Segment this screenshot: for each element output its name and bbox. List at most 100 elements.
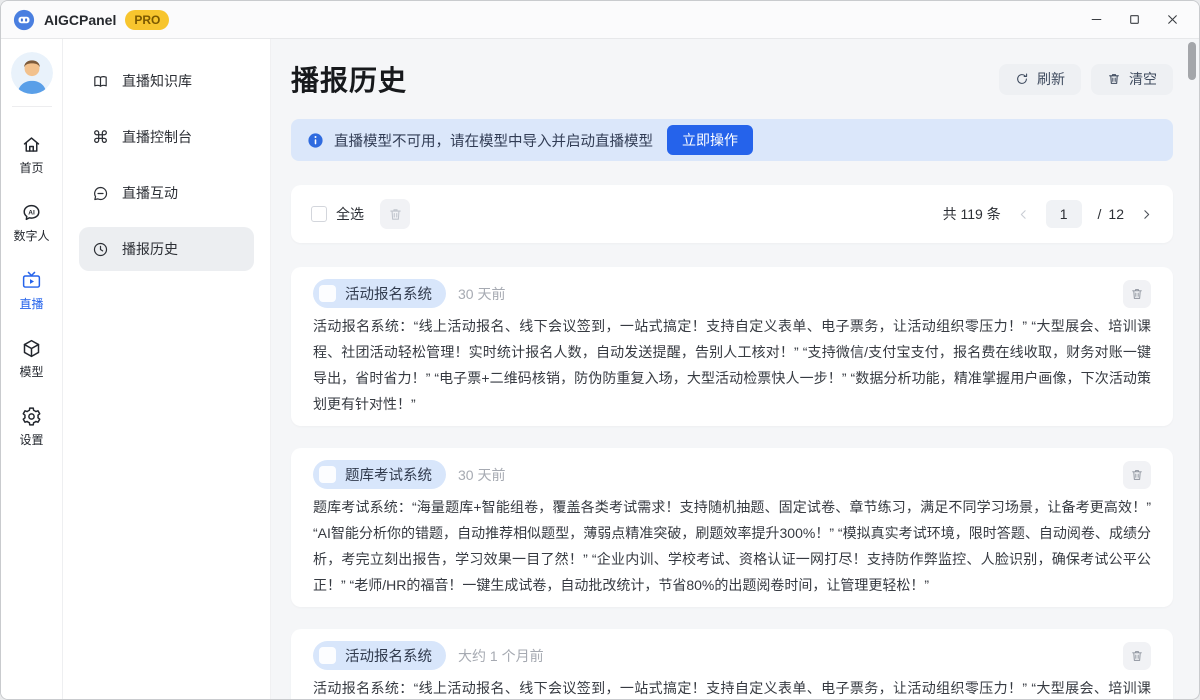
card-checkbox[interactable] — [319, 647, 336, 664]
banner-action-button[interactable]: 立即操作 — [667, 125, 753, 155]
close-icon — [1166, 13, 1179, 26]
maximize-icon — [1128, 13, 1141, 26]
trash-icon — [1107, 72, 1121, 86]
close-button[interactable] — [1157, 7, 1187, 33]
sidebar-item-console[interactable]: ⌘ 直播控制台 — [79, 115, 254, 159]
model-unavailable-banner: 直播模型不可用，请在模型中导入并启动直播模型 立即操作 — [291, 119, 1173, 161]
sidebar-item-label: 直播互动 — [122, 183, 178, 203]
live-tv-icon — [21, 270, 42, 291]
rail-item-home[interactable]: 首页 — [19, 134, 43, 176]
home-icon — [21, 134, 42, 155]
clear-button-label: 清空 — [1129, 69, 1157, 89]
card-tag-pill[interactable]: 活动报名系统 — [313, 641, 446, 670]
total-count: 共 119 条 — [943, 204, 1001, 224]
sidebar-item-broadcast-history[interactable]: 播报历史 — [79, 227, 254, 271]
pro-badge: PRO — [125, 10, 169, 30]
clear-button[interactable]: 清空 — [1091, 64, 1173, 95]
page-count: / 12 — [1098, 206, 1124, 222]
svg-text:AI: AI — [28, 209, 35, 216]
knowledge-book-icon — [92, 73, 109, 90]
refresh-button-label: 刷新 — [1037, 69, 1065, 89]
card-tag-pill[interactable]: 题库考试系统 — [313, 460, 446, 489]
info-icon — [307, 132, 324, 149]
card-header: 题库考试系统 30 天前 — [313, 460, 1151, 489]
card-tag-label: 活动报名系统 — [345, 283, 432, 304]
app-title: AIGCPanel — [44, 12, 116, 28]
card-timestamp: 30 天前 — [458, 465, 505, 485]
scrollbar-track[interactable] — [1187, 39, 1197, 699]
rail-item-live[interactable]: 直播 — [19, 270, 43, 312]
banner-message: 直播模型不可用，请在模型中导入并启动直播模型 — [334, 130, 653, 151]
pagination: 共 119 条 1 / 12 — [943, 200, 1153, 228]
rail-divider — [12, 106, 52, 107]
app-window: AIGCPanel PRO — [0, 0, 1200, 700]
chevron-right-icon — [1140, 208, 1153, 221]
page-separator: / — [1098, 206, 1102, 222]
rail-item-digital-human[interactable]: AI 数字人 — [13, 202, 49, 244]
sidebar-item-interaction[interactable]: 直播互动 — [79, 171, 254, 215]
history-card: 活动报名系统 30 天前 活动报名系统：“线上活动报名、线下会议签到，一站式搞定… — [291, 267, 1173, 426]
card-delete-button[interactable] — [1123, 280, 1151, 308]
card-delete-button[interactable] — [1123, 461, 1151, 489]
rail-item-label: 数字人 — [13, 227, 49, 244]
card-content: 题库考试系统：“海量题库+智能组卷，覆盖各类考试需求！支持随机抽题、固定试卷、章… — [313, 494, 1151, 598]
delete-selected-button[interactable] — [380, 199, 410, 229]
user-avatar[interactable] — [11, 52, 53, 94]
refresh-button[interactable]: 刷新 — [999, 64, 1081, 95]
sidebar-item-label: 播报历史 — [122, 239, 178, 259]
card-tag-label: 题库考试系统 — [345, 464, 432, 485]
card-content: 活动报名系统：“线上活动报名、线下会议签到，一站式搞定！支持自定义表单、电子票务… — [313, 313, 1151, 417]
rail-item-label: 设置 — [19, 431, 43, 448]
total-pages: 12 — [1108, 206, 1124, 222]
next-page-button[interactable] — [1140, 208, 1153, 221]
card-checkbox[interactable] — [319, 285, 336, 302]
chevron-left-icon — [1017, 208, 1030, 221]
minimize-icon — [1090, 13, 1103, 26]
sidebar-item-label: 直播知识库 — [122, 71, 192, 91]
avatar-image — [11, 52, 53, 94]
current-page-indicator: 1 — [1046, 200, 1082, 228]
history-card: 活动报名系统 大约 1 个月前 活动报名系统：“线上活动报名、线下会议签到，一站… — [291, 629, 1173, 699]
left-nav-rail: 首页 AI 数字人 直播 — [1, 39, 63, 699]
window-titlebar: AIGCPanel PRO — [1, 1, 1199, 39]
refresh-icon — [1015, 72, 1029, 86]
window-controls — [1081, 7, 1187, 33]
trash-icon — [1130, 287, 1144, 301]
digital-human-icon: AI — [21, 202, 42, 223]
live-section-sidebar: 直播知识库 ⌘ 直播控制台 直播互动 播报历史 — [63, 39, 271, 699]
card-content: 活动报名系统：“线上活动报名、线下会议签到，一站式搞定！支持自定义表单、电子票务… — [313, 675, 1151, 699]
page-header: 播报历史 刷新 清空 — [291, 59, 1173, 99]
main-content: 播报历史 刷新 清空 — [271, 39, 1199, 699]
select-all-checkbox[interactable] — [311, 206, 327, 222]
console-command-icon: ⌘ — [92, 129, 109, 146]
history-clock-icon — [92, 241, 109, 258]
chat-bubble-icon — [92, 185, 109, 202]
trash-icon — [1130, 468, 1144, 482]
card-header: 活动报名系统 30 天前 — [313, 279, 1151, 308]
trash-icon — [1130, 649, 1144, 663]
card-tag-label: 活动报名系统 — [345, 645, 432, 666]
sidebar-item-knowledge[interactable]: 直播知识库 — [79, 59, 254, 103]
rail-item-settings[interactable]: 设置 — [19, 406, 43, 448]
rail-item-label: 首页 — [19, 159, 43, 176]
rail-item-label: 模型 — [19, 363, 43, 380]
card-header: 活动报名系统 大约 1 个月前 — [313, 641, 1151, 670]
scrollbar-thumb[interactable] — [1188, 42, 1196, 80]
app-logo-robot-icon — [13, 9, 35, 31]
header-actions: 刷新 清空 — [999, 64, 1173, 95]
previous-page-button[interactable] — [1017, 208, 1030, 221]
card-tag-pill[interactable]: 活动报名系统 — [313, 279, 446, 308]
sidebar-item-label: 直播控制台 — [122, 127, 192, 147]
page-title: 播报历史 — [291, 59, 407, 99]
rail-item-model[interactable]: 模型 — [19, 338, 43, 380]
select-all-label: 全选 — [336, 204, 364, 224]
list-toolbar: 全选 共 119 条 1 / 12 — [291, 185, 1173, 243]
rail-item-label: 直播 — [19, 295, 43, 312]
minimize-button[interactable] — [1081, 7, 1111, 33]
maximize-button[interactable] — [1119, 7, 1149, 33]
card-timestamp: 大约 1 个月前 — [458, 646, 544, 666]
trash-icon — [388, 207, 403, 222]
card-checkbox[interactable] — [319, 466, 336, 483]
settings-gear-icon — [21, 406, 42, 427]
card-delete-button[interactable] — [1123, 642, 1151, 670]
